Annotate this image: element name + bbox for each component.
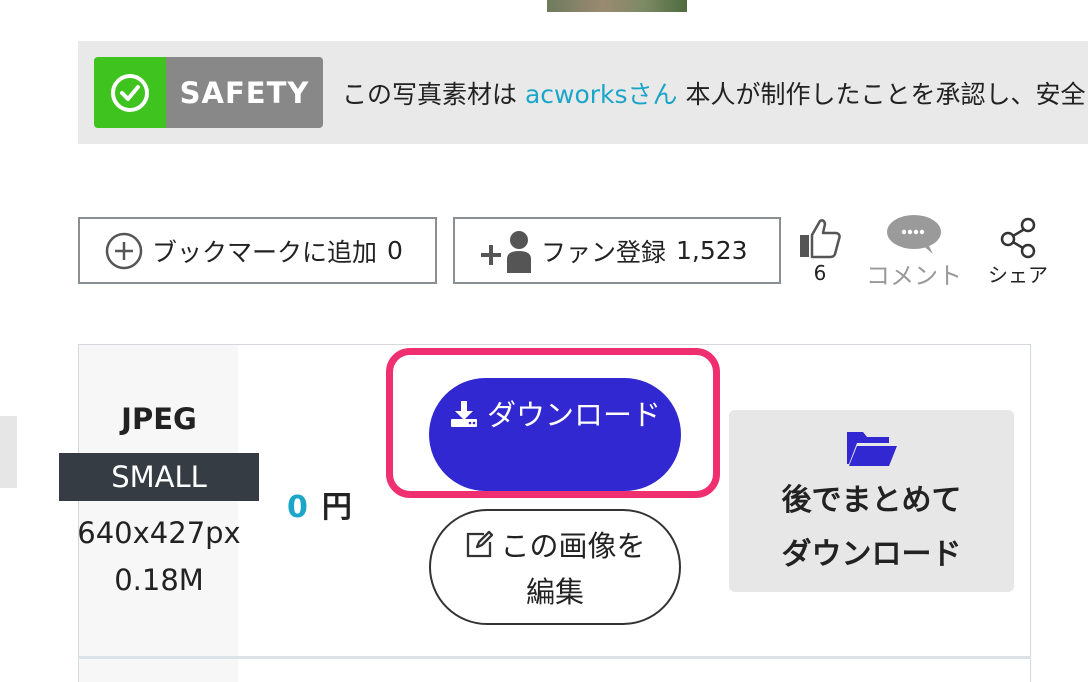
fan-count: 1,523 bbox=[676, 236, 748, 265]
price-value: 0 bbox=[287, 490, 308, 525]
edit-image-button[interactable]: この画像を編集 bbox=[429, 509, 681, 625]
like-button[interactable]: 6 bbox=[797, 217, 843, 285]
plus-circle-icon bbox=[105, 232, 143, 269]
safety-text: この写真素材は acworksさん 本人が制作したことを承認し、安全 bbox=[342, 75, 1086, 111]
safety-notice: SAFETY この写真素材は acworksさん 本人が制作したことを承認し、安… bbox=[78, 41, 1088, 144]
share-icon bbox=[1000, 217, 1036, 259]
dimensions: 640x427px bbox=[77, 516, 241, 550]
format-label: JPEG bbox=[121, 402, 197, 436]
safety-text-after: 本人が制作したことを承認し、安全 bbox=[685, 80, 1086, 109]
format-info bbox=[79, 345, 238, 682]
row-divider bbox=[78, 656, 1031, 659]
price-unit: 円 bbox=[321, 490, 352, 525]
side-tab bbox=[0, 416, 17, 488]
download-later-button[interactable]: 後でまとめて ダウンロード bbox=[729, 410, 1014, 592]
add-person-icon bbox=[481, 230, 531, 273]
bookmark-button[interactable]: ブックマークに追加 0 bbox=[78, 217, 437, 284]
speech-bubble-icon bbox=[887, 215, 941, 254]
later-label-line2: ダウンロード bbox=[781, 537, 962, 572]
download-icon bbox=[451, 401, 477, 427]
download-label: ダウンロード bbox=[487, 398, 662, 432]
check-circle-icon bbox=[111, 73, 149, 112]
comment-label: コメント bbox=[866, 262, 962, 290]
folder-open-icon bbox=[846, 432, 897, 466]
file-size: 0.18M bbox=[114, 563, 204, 597]
share-label: シェア bbox=[988, 263, 1048, 287]
later-label-line1: 後でまとめて bbox=[781, 483, 962, 518]
photo-thumbnail[interactable] bbox=[547, 0, 687, 12]
safety-badge: SAFETY bbox=[94, 57, 323, 128]
share-button[interactable]: シェア bbox=[983, 217, 1053, 288]
fan-label: ファン登録 bbox=[541, 237, 667, 267]
edit-icon bbox=[467, 530, 494, 558]
like-count: 6 bbox=[813, 261, 827, 285]
download-button[interactable]: ダウンロード bbox=[429, 378, 681, 491]
bookmark-count: 0 bbox=[387, 236, 403, 265]
safety-text-before: この写真素材は bbox=[342, 80, 518, 109]
comment-button[interactable]: コメント bbox=[862, 214, 966, 291]
size-badge: SMALL bbox=[59, 453, 259, 501]
price: 0円 bbox=[287, 482, 352, 526]
thumbs-up-icon bbox=[800, 219, 841, 259]
bookmark-label: ブックマークに追加 bbox=[152, 237, 378, 267]
safety-badge-label: SAFETY bbox=[166, 57, 323, 128]
fan-register-button[interactable]: ファン登録 1,523 bbox=[453, 217, 781, 284]
author-link[interactable]: acworksさん bbox=[525, 80, 678, 109]
edit-label: この画像を編集 bbox=[500, 529, 646, 609]
